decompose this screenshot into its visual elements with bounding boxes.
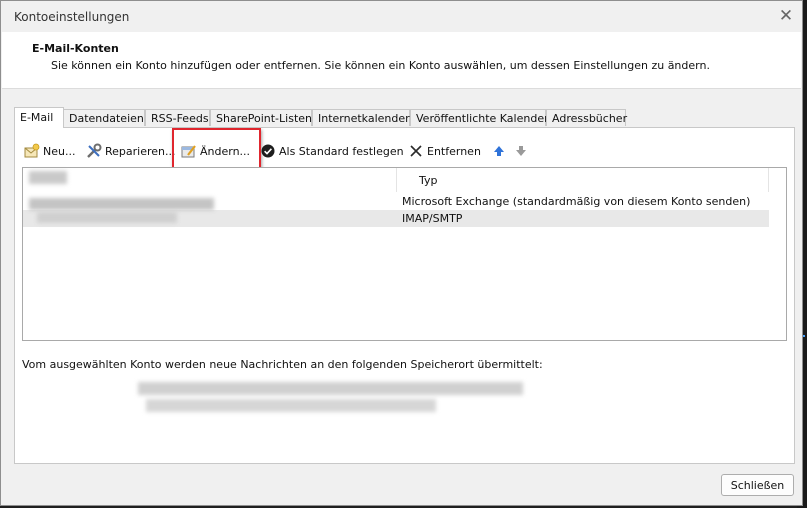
- section-description: Sie können ein Konto hinzufügen oder ent…: [51, 59, 710, 72]
- delivery-location-text: Vom ausgewählten Konto werden neue Nachr…: [22, 358, 543, 371]
- title-bar: Kontoeinstellungen ✕: [1, 1, 802, 32]
- checkmark-icon: [260, 143, 276, 159]
- remove-button[interactable]: Entfernen: [408, 141, 481, 161]
- set-default-button[interactable]: Als Standard festlegen: [260, 141, 404, 161]
- tab-email[interactable]: E-Mail: [14, 107, 64, 128]
- close-button[interactable]: Schließen: [721, 474, 794, 496]
- move-up-button[interactable]: [491, 141, 510, 161]
- tab-address-books[interactable]: Adressbücher: [546, 109, 627, 126]
- set-default-button-label: Als Standard festlegen: [279, 144, 404, 158]
- redacted-delivery-location: [138, 382, 523, 395]
- redacted-account-name: [29, 198, 214, 210]
- new-account-icon: [24, 143, 40, 159]
- remove-button-label: Entfernen: [427, 144, 481, 158]
- dialog-header: E-Mail-Konten Sie können ein Konto hinzu…: [2, 32, 801, 89]
- new-button-label: Neu...: [43, 144, 76, 158]
- account-type: Microsoft Exchange (standardmäßig von di…: [402, 195, 751, 208]
- tab-published-calendars[interactable]: Veröffentlichte Kalender: [410, 109, 549, 126]
- repair-button[interactable]: Reparieren...: [86, 141, 176, 161]
- close-icon[interactable]: ✕: [771, 4, 801, 28]
- column-separator: [396, 168, 397, 192]
- redacted-delivery-location: [146, 399, 436, 412]
- repair-icon: [86, 143, 102, 159]
- tab-rss-feeds[interactable]: RSS-Feeds: [145, 109, 210, 126]
- account-type: IMAP/SMTP: [402, 212, 463, 225]
- redacted-account-name: [37, 212, 177, 223]
- column-separator: [768, 168, 769, 192]
- delete-x-icon: [408, 143, 424, 159]
- new-button[interactable]: Neu...: [24, 141, 75, 161]
- window-title: Kontoeinstellungen: [14, 10, 130, 24]
- redacted-account-name: [29, 171, 67, 184]
- column-header-type[interactable]: Typ: [419, 174, 438, 187]
- repair-button-label: Reparieren...: [105, 144, 176, 158]
- tab-data-files[interactable]: Datendateien: [63, 109, 145, 126]
- arrow-down-icon: [513, 143, 529, 159]
- tab-internet-calendars[interactable]: Internetkalender: [312, 109, 410, 126]
- account-settings-dialog: Kontoeinstellungen ✕ E-Mail-Konten Sie k…: [0, 0, 803, 506]
- move-down-button[interactable]: [513, 141, 532, 161]
- change-button-highlight: [172, 128, 261, 170]
- tab-sharepoint-lists[interactable]: SharePoint-Listen: [210, 109, 312, 126]
- arrow-up-icon: [491, 143, 507, 159]
- accounts-list[interactable]: Typ Microsoft Exchange (standardmäßig vo…: [22, 167, 787, 341]
- section-title: E-Mail-Konten: [32, 42, 119, 55]
